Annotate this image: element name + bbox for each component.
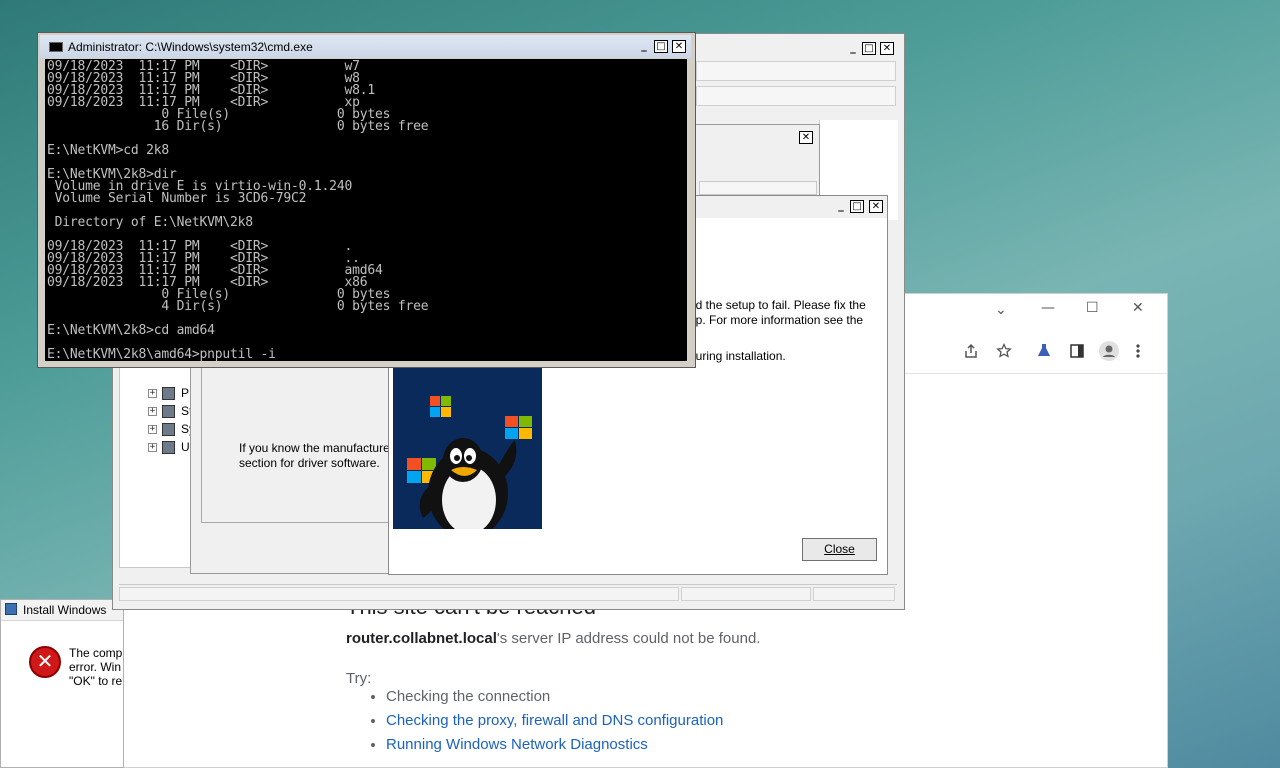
system-icon <box>162 423 175 436</box>
install-titlebar: Install Windows <box>1 600 123 621</box>
windows-logo-icon <box>505 416 532 439</box>
failure-message-line: ed the setup to fail. Please fix the <box>689 298 866 312</box>
suggestion-item: Checking the connection <box>386 688 723 706</box>
install-message: The comp error. Win "OK" to re <box>69 646 122 688</box>
menu-icon[interactable] <box>1135 343 1141 359</box>
tux-penguin-icon <box>419 438 517 529</box>
cmd-minimize-button[interactable]: _ <box>637 40 651 53</box>
install-title: Install Windows <box>23 603 107 617</box>
failure-close-button[interactable]: ✕ <box>869 200 883 213</box>
cmd-console[interactable]: 09/18/2023 11:17 PM <DIR> w7 09/18/2023 … <box>45 59 687 361</box>
suggestion-item: Running Windows Network Diagnostics <box>386 736 723 754</box>
devmgr-toolbars <box>696 61 896 109</box>
wizard-field <box>699 181 817 195</box>
suggestion-proxy-link[interactable]: Checking the proxy, firewall and DNS con… <box>386 712 723 729</box>
windows-logo-icon <box>430 396 451 417</box>
install-windows-icon <box>5 603 17 615</box>
devmgr-close-button[interactable]: ✕ <box>880 42 894 55</box>
install-message-line: "OK" to re <box>69 674 123 688</box>
error-host-suffix: 's server IP address could not be found. <box>496 630 761 647</box>
storage-icon <box>162 405 175 418</box>
share-icon[interactable] <box>963 343 979 359</box>
error-host: router.collabnet.local <box>346 630 497 647</box>
status-segment <box>681 587 811 601</box>
minimize-icon[interactable]: — <box>1041 300 1055 316</box>
tree-item-label: P <box>181 386 190 400</box>
expand-icon[interactable]: + <box>148 443 157 452</box>
devmgr-toolbar <box>696 86 896 106</box>
failure-message-2: during installation. <box>689 349 786 363</box>
suggestion-diagnostics-link[interactable]: Running Windows Network Diagnostics <box>386 736 648 753</box>
cmd-icon <box>49 42 63 52</box>
wizard-close-button[interactable]: ✕ <box>799 131 813 144</box>
failure-message: ed the setup to fail. Please fix the up.… <box>689 298 866 328</box>
install-message-line: The comp <box>69 646 123 660</box>
error-host-line: router.collabnet.local's server IP addre… <box>346 630 760 647</box>
close-button[interactable]: Close <box>802 538 877 561</box>
suggestion-item: Checking the proxy, firewall and DNS con… <box>386 712 723 730</box>
suggestion-list: Checking the connection Checking the pro… <box>346 682 723 754</box>
extensions-icon[interactable] <box>1036 343 1052 359</box>
sidebar-icon[interactable] <box>1069 343 1085 359</box>
expand-icon[interactable]: + <box>148 425 157 434</box>
close-icon[interactable]: ✕ <box>1132 300 1144 316</box>
devmgr-maximize-button[interactable]: □ <box>862 42 876 55</box>
wizard-description-line: If you know the manufacture <box>239 441 390 455</box>
failure-message-line: up. For more information see the <box>689 313 864 327</box>
wizard-description-line: section for driver software. <box>239 456 380 470</box>
bookmark-star-icon[interactable] <box>996 343 1012 359</box>
install-windows-dialog: Install Windows ✕ The comp error. Win "O… <box>0 599 124 768</box>
status-segment <box>813 587 895 601</box>
install-message-line: error. Win <box>69 660 122 674</box>
cmd-title: Administrator: C:\Windows\system32\cmd.e… <box>68 40 313 54</box>
wizard-description: If you know the manufacture section for … <box>239 441 390 471</box>
expand-icon[interactable]: + <box>148 407 157 416</box>
tab-search-icon[interactable]: ⌄ <box>995 302 1007 318</box>
cmd-window: Administrator: C:\Windows\system32\cmd.e… <box>37 32 696 368</box>
console-output: 09/18/2023 11:17 PM <DIR> w7 09/18/2023 … <box>47 59 429 361</box>
maximize-icon[interactable]: ☐ <box>1086 300 1099 316</box>
expand-icon[interactable]: + <box>148 389 157 398</box>
profile-icon[interactable] <box>1099 341 1119 361</box>
failure-minimize-button[interactable]: _ <box>834 200 848 213</box>
processor-icon <box>162 387 175 400</box>
tree-item-label: U <box>181 440 190 454</box>
usb-icon <box>162 441 175 454</box>
cmd-maximize-button[interactable]: □ <box>654 40 668 53</box>
failure-maximize-button[interactable]: □ <box>850 200 864 213</box>
devmgr-menubar <box>696 61 896 81</box>
tux-windows-image <box>393 368 542 529</box>
cmd-close-button[interactable]: ✕ <box>672 40 686 53</box>
devmgr-minimize-button[interactable]: _ <box>846 42 860 55</box>
devmgr-statusbar <box>119 584 897 603</box>
cmd-titlebar: Administrator: C:\Windows\system32\cmd.e… <box>40 35 691 58</box>
suggestion-check-connection: Checking the connection <box>386 688 551 705</box>
status-segment <box>119 587 679 601</box>
error-x-icon: ✕ <box>29 646 61 678</box>
